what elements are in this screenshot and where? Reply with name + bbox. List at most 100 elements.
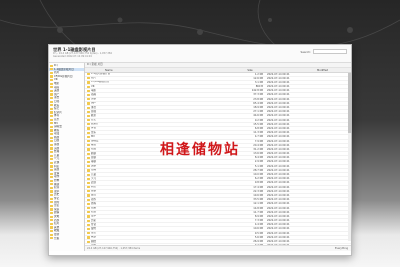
row-modified: 2022-07-14 09:41	[267, 126, 290, 130]
sidebar-item[interactable]: 合集	[49, 237, 84, 241]
row-name: 综艺	[91, 118, 97, 122]
folder-icon	[50, 107, 53, 111]
row-modified: 2022-07-14 09:41	[267, 147, 290, 151]
row-name-cell: 爱情	[85, 194, 235, 197]
row-modified: 2022-07-14 09:41	[267, 219, 290, 223]
app-path-line-2: Generated 2022-07-14 09:41:04	[53, 55, 92, 58]
row-size: 18.9 KB	[253, 106, 263, 109]
row-name-cell: 恐怖	[85, 202, 235, 205]
row-name-cell: 家庭	[85, 236, 235, 239]
row-modified: 2022-07-14 09:41	[267, 198, 290, 202]
row-name-cell: 音乐	[85, 131, 235, 134]
folder-icon	[50, 140, 53, 143]
folder-icon	[50, 75, 53, 78]
folder-icon	[50, 82, 53, 85]
row-name: 泰剧	[91, 160, 97, 163]
row-modified: 2022-07-14 09:41	[267, 114, 290, 118]
folder-icon	[50, 208, 53, 211]
row-modified: 2022-07-14 09:41	[267, 214, 290, 218]
row-name-cell: 1-1新片影视片目	[85, 73, 235, 76]
folder-icon	[50, 194, 53, 197]
folder-icon	[50, 111, 53, 114]
folder-icon	[50, 122, 53, 125]
row-name: 新片	[91, 76, 97, 80]
row-modified: 2022-07-14 09:41	[267, 235, 290, 239]
row-name: 国产	[91, 101, 97, 105]
row-modified: 2022-07-14 09:41	[267, 152, 290, 156]
status-app-name: Everything	[335, 247, 348, 250]
folder-icon	[50, 100, 53, 103]
row-size: 17.4 KB	[253, 185, 263, 189]
row-name: 经典	[91, 168, 97, 172]
row-size: 9.8 KB	[254, 181, 263, 185]
row-size: 19.6 KB	[253, 193, 263, 197]
row-size: 3.1 KB	[254, 80, 263, 84]
folder-icon	[50, 161, 53, 164]
row-name: 家庭	[91, 235, 97, 239]
row-size: 26.9 KB	[253, 240, 263, 243]
folder-icon	[50, 226, 53, 229]
row-modified: 2022-07-14 09:41	[267, 156, 290, 160]
file-icon	[87, 181, 90, 185]
file-icon	[87, 223, 90, 226]
row-name: MV	[91, 135, 95, 138]
row-name: 战争	[91, 214, 97, 218]
file-icon	[87, 127, 90, 130]
row-name-cell: 喜剧	[85, 190, 235, 193]
column-header-name[interactable]: Name	[85, 68, 235, 72]
column-header-size[interactable]: Size	[235, 68, 265, 72]
row-name: 美剧	[91, 97, 97, 101]
scrollbar-thumb[interactable]	[348, 73, 351, 133]
file-icon	[87, 114, 90, 118]
folder-icon	[50, 183, 53, 186]
column-header-modified[interactable]: Modified	[265, 68, 351, 72]
row-modified: 2022-07-14 09:41	[267, 227, 290, 231]
row-size: 2.9 KB	[254, 160, 263, 164]
row-modified: 2022-07-14 09:41	[267, 89, 290, 93]
folder-icon	[50, 190, 53, 193]
file-icon	[87, 135, 90, 138]
row-name-cell: 日韩	[85, 110, 235, 113]
folder-icon	[50, 118, 53, 121]
row-modified: 2022-07-14 09:41	[267, 164, 290, 168]
file-icon	[87, 202, 90, 205]
folder-icon	[50, 79, 53, 82]
row-name: 日剧	[91, 156, 97, 159]
row-modified: 2022-07-14 09:41	[267, 210, 290, 214]
row-modified: 2022-07-14 09:41	[267, 240, 290, 243]
file-icon	[87, 123, 90, 126]
file-icon	[87, 232, 90, 235]
folder-icon	[50, 233, 53, 236]
row-name: 喜剧	[91, 189, 97, 193]
file-icon	[87, 194, 90, 197]
row-name: 日韩	[91, 110, 97, 113]
folder-icon	[50, 222, 53, 226]
search-input[interactable]	[313, 49, 347, 54]
row-size: 8.9 KB	[254, 214, 263, 218]
row-modified: 2022-07-14 09:41	[267, 202, 290, 206]
folder-icon	[50, 129, 53, 132]
row-name: 犯罪	[91, 210, 97, 214]
file-icon	[87, 169, 90, 172]
row-name-cell: 体育	[85, 127, 235, 130]
folder-icon	[50, 215, 53, 218]
search-label: Search:	[300, 49, 311, 54]
status-bar: 24.4 GB (27,127,946,752) · 1,057,384 ite…	[85, 245, 351, 251]
folder-icon	[50, 136, 53, 139]
file-icon	[87, 148, 90, 151]
row-modified: 2022-07-14 09:41	[267, 168, 290, 172]
folder-icon	[50, 71, 53, 75]
row-modified: 2022-07-14 09:41	[267, 181, 290, 185]
row-name: 儿童	[91, 173, 97, 176]
file-icon	[87, 77, 90, 80]
folder-icon	[50, 150, 53, 154]
row-modified: 2022-07-14 09:41	[267, 76, 290, 80]
folder-icon	[50, 176, 53, 179]
file-icon	[87, 186, 90, 189]
watermark-text: 相逢储物站	[160, 142, 240, 158]
folder-icon	[50, 154, 53, 157]
row-name-cell: 动画	[85, 93, 235, 97]
folder-icon	[50, 93, 53, 96]
file-icon	[87, 198, 90, 201]
row-name: 传记	[91, 223, 97, 226]
